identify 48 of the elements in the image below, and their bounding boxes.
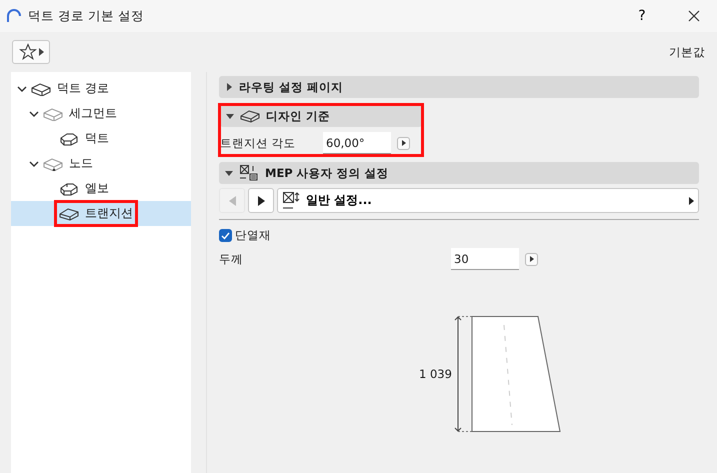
next-button[interactable] [248,188,274,213]
default-label: 기본값 [669,44,705,60]
caret-icon [530,256,534,262]
right-arrow-icon [258,196,264,206]
page-dropdown[interactable]: 일반 설정... [277,188,699,213]
check-icon [221,232,230,240]
tree-item[interactable]: 덕트 경로 [27,76,113,101]
tree-item[interactable]: 세그먼트 [39,101,121,126]
step-button[interactable] [397,136,410,150]
collapse-arrow-icon[interactable] [226,112,234,120]
tree-item[interactable]: 엘보 [55,176,113,201]
caret-icon [38,48,44,56]
close-icon [688,10,700,22]
field-label: 두께 [219,252,244,266]
collapse-arrow-icon[interactable] [225,169,233,177]
input-field[interactable]: 60,00° [323,132,391,154]
duct-icon [43,156,63,170]
dimension-label: 1 039 [419,367,452,381]
elbow-icon [59,182,79,196]
tree-item[interactable]: 트랜지션 [55,201,137,226]
input-field[interactable]: 30 [451,248,519,270]
step-button[interactable] [525,252,538,266]
chevron-down-icon[interactable] [29,108,39,118]
caret-icon [402,140,406,146]
duct-box-icon [59,132,79,146]
field-label: 트랜지션 각도 [220,136,297,150]
chevron-down-icon[interactable] [17,84,27,94]
settings-grid-icon [239,164,259,182]
expand-arrow-icon[interactable] [225,83,233,91]
tree-item[interactable]: 노드 [39,151,97,176]
tree-item[interactable]: 덕트 [55,126,113,151]
transition-icon [59,206,79,220]
duct-icon [43,106,63,120]
left-arrow-icon [228,196,236,206]
chevron-down-icon[interactable] [29,158,39,168]
section-header[interactable]: 라우팅 설정 페이지 [219,76,699,98]
star-icon [18,43,36,61]
app-logo-icon [6,9,22,23]
window-title: 덕트 경로 기본 설정 [28,8,145,24]
section-header[interactable]: 디자인 기준 [220,105,422,127]
settings-grid-icon [282,190,302,210]
section-header[interactable]: MEP 사용자 정의 설정 [219,162,699,184]
duct-icon [31,82,51,96]
caret-icon [689,196,694,204]
help-button[interactable]: ? [619,0,665,32]
favorites-button[interactable] [12,40,50,64]
insulation-checkbox[interactable]: 단열재 [219,228,699,243]
transition-icon [240,109,260,123]
